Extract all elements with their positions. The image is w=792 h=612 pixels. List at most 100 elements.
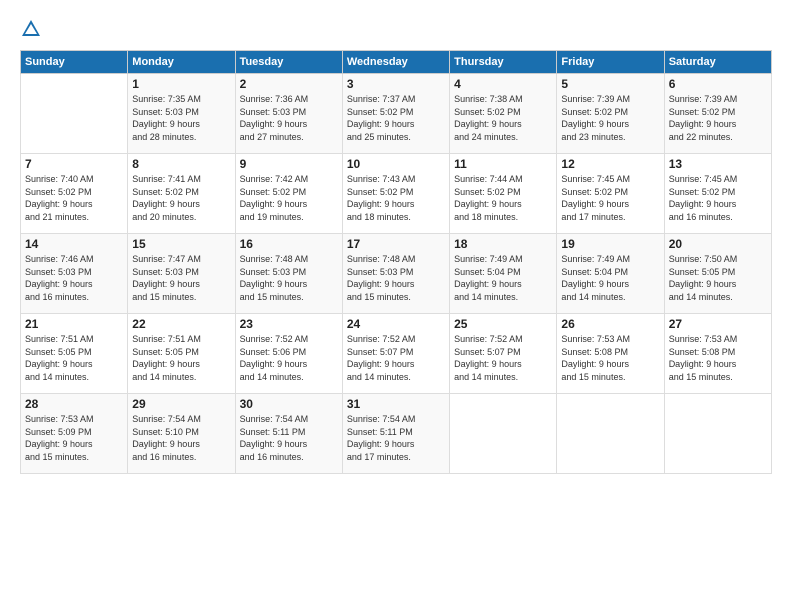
calendar-cell: 22 Sunrise: 7:51 AM Sunset: 5:05 PM Dayli… bbox=[128, 314, 235, 394]
calendar-cell: 16Sunrise: 7:48 AM Sunset: 5:03 PM Dayli… bbox=[235, 234, 342, 314]
calendar-week-row: 21Sunrise: 7:51 AM Sunset: 5:05 PM Dayli… bbox=[21, 314, 772, 394]
day-info: Sunrise: 7:45 AM Sunset: 5:02 PM Dayligh… bbox=[561, 173, 659, 223]
calendar-cell: 8 Sunrise: 7:41 AM Sunset: 5:02 PM Daylig… bbox=[128, 154, 235, 234]
calendar-cell: 6 Sunrise: 7:39 AM Sunset: 5:02 PM Daylig… bbox=[664, 74, 771, 154]
day-info: Sunrise: 7:36 AM Sunset: 5:03 PM Dayligh… bbox=[240, 93, 338, 143]
day-number: 29 bbox=[132, 397, 230, 411]
day-info: Sunrise: 7:51 AM Sunset: 5:05 PM Dayligh… bbox=[132, 333, 230, 383]
calendar-cell: 28 Sunrise: 7:53 AM Sunset: 5:09 PM Dayli… bbox=[21, 394, 128, 474]
calendar-cell: 19 Sunrise: 7:49 AM Sunset: 5:04 PM Dayli… bbox=[557, 234, 664, 314]
calendar-cell: 13 Sunrise: 7:45 AM Sunset: 5:02 PM Dayli… bbox=[664, 154, 771, 234]
day-number: 18 bbox=[454, 237, 552, 251]
calendar-cell: 9 Sunrise: 7:42 AM Sunset: 5:02 PM Daylig… bbox=[235, 154, 342, 234]
logo-icon bbox=[20, 18, 42, 40]
calendar-header-friday: Friday bbox=[557, 51, 664, 74]
calendar-cell: 23 Sunrise: 7:52 AM Sunset: 5:06 PM Dayli… bbox=[235, 314, 342, 394]
calendar-cell: 30 Sunrise: 7:54 AM Sunset: 5:11 PM Dayli… bbox=[235, 394, 342, 474]
calendar-cell bbox=[557, 394, 664, 474]
day-info: Sunrise: 7:42 AM Sunset: 5:02 PM Dayligh… bbox=[240, 173, 338, 223]
day-info: Sunrise: 7:54 AM Sunset: 5:11 PM Dayligh… bbox=[240, 413, 338, 463]
day-info: Sunrise: 7:48 AM Sunset: 5:03 PM Dayligh… bbox=[347, 253, 445, 303]
day-number: 15 bbox=[132, 237, 230, 251]
calendar-cell bbox=[450, 394, 557, 474]
day-number: 26 bbox=[561, 317, 659, 331]
calendar-cell: 21Sunrise: 7:51 AM Sunset: 5:05 PM Dayli… bbox=[21, 314, 128, 394]
calendar-cell bbox=[664, 394, 771, 474]
calendar-header-tuesday: Tuesday bbox=[235, 51, 342, 74]
day-info: Sunrise: 7:40 AM Sunset: 5:02 PM Dayligh… bbox=[25, 173, 123, 223]
day-number: 7 bbox=[25, 157, 123, 171]
calendar-header-row: SundayMondayTuesdayWednesdayThursdayFrid… bbox=[21, 51, 772, 74]
day-number: 19 bbox=[561, 237, 659, 251]
day-info: Sunrise: 7:39 AM Sunset: 5:02 PM Dayligh… bbox=[669, 93, 767, 143]
day-info: Sunrise: 7:52 AM Sunset: 5:07 PM Dayligh… bbox=[347, 333, 445, 383]
logo bbox=[20, 18, 46, 40]
calendar-header-wednesday: Wednesday bbox=[342, 51, 449, 74]
calendar-cell: 27 Sunrise: 7:53 AM Sunset: 5:08 PM Dayli… bbox=[664, 314, 771, 394]
day-number: 24 bbox=[347, 317, 445, 331]
day-info: Sunrise: 7:49 AM Sunset: 5:04 PM Dayligh… bbox=[454, 253, 552, 303]
day-info: Sunrise: 7:43 AM Sunset: 5:02 PM Dayligh… bbox=[347, 173, 445, 223]
day-number: 25 bbox=[454, 317, 552, 331]
calendar-cell: 11Sunrise: 7:44 AM Sunset: 5:02 PM Dayli… bbox=[450, 154, 557, 234]
calendar-header-monday: Monday bbox=[128, 51, 235, 74]
day-info: Sunrise: 7:53 AM Sunset: 5:08 PM Dayligh… bbox=[669, 333, 767, 383]
calendar-cell bbox=[21, 74, 128, 154]
day-info: Sunrise: 7:54 AM Sunset: 5:10 PM Dayligh… bbox=[132, 413, 230, 463]
calendar-cell: 1Sunrise: 7:35 AM Sunset: 5:03 PM Daylig… bbox=[128, 74, 235, 154]
calendar-cell: 14Sunrise: 7:46 AM Sunset: 5:03 PM Dayli… bbox=[21, 234, 128, 314]
day-number: 17 bbox=[347, 237, 445, 251]
day-info: Sunrise: 7:48 AM Sunset: 5:03 PM Dayligh… bbox=[240, 253, 338, 303]
calendar-cell: 20Sunrise: 7:50 AM Sunset: 5:05 PM Dayli… bbox=[664, 234, 771, 314]
day-number: 22 bbox=[132, 317, 230, 331]
calendar-cell: 18 Sunrise: 7:49 AM Sunset: 5:04 PM Dayli… bbox=[450, 234, 557, 314]
day-number: 8 bbox=[132, 157, 230, 171]
day-info: Sunrise: 7:45 AM Sunset: 5:02 PM Dayligh… bbox=[669, 173, 767, 223]
calendar-week-row: 28 Sunrise: 7:53 AM Sunset: 5:09 PM Dayli… bbox=[21, 394, 772, 474]
calendar-cell: 24 Sunrise: 7:52 AM Sunset: 5:07 PM Dayli… bbox=[342, 314, 449, 394]
calendar-header-sunday: Sunday bbox=[21, 51, 128, 74]
calendar-cell: 25 Sunrise: 7:52 AM Sunset: 5:07 PM Dayli… bbox=[450, 314, 557, 394]
day-info: Sunrise: 7:38 AM Sunset: 5:02 PM Dayligh… bbox=[454, 93, 552, 143]
day-info: Sunrise: 7:49 AM Sunset: 5:04 PM Dayligh… bbox=[561, 253, 659, 303]
day-number: 1 bbox=[132, 77, 230, 91]
day-number: 10 bbox=[347, 157, 445, 171]
day-number: 6 bbox=[669, 77, 767, 91]
day-info: Sunrise: 7:54 AM Sunset: 5:11 PM Dayligh… bbox=[347, 413, 445, 463]
calendar-cell: 7 Sunrise: 7:40 AM Sunset: 5:02 PM Daylig… bbox=[21, 154, 128, 234]
day-number: 12 bbox=[561, 157, 659, 171]
day-number: 23 bbox=[240, 317, 338, 331]
calendar-header-saturday: Saturday bbox=[664, 51, 771, 74]
day-info: Sunrise: 7:41 AM Sunset: 5:02 PM Dayligh… bbox=[132, 173, 230, 223]
day-number: 9 bbox=[240, 157, 338, 171]
day-number: 31 bbox=[347, 397, 445, 411]
day-number: 5 bbox=[561, 77, 659, 91]
calendar-cell: 5 Sunrise: 7:39 AM Sunset: 5:02 PM Daylig… bbox=[557, 74, 664, 154]
day-number: 28 bbox=[25, 397, 123, 411]
day-info: Sunrise: 7:39 AM Sunset: 5:02 PM Dayligh… bbox=[561, 93, 659, 143]
calendar-cell: 26Sunrise: 7:53 AM Sunset: 5:08 PM Dayli… bbox=[557, 314, 664, 394]
day-info: Sunrise: 7:44 AM Sunset: 5:02 PM Dayligh… bbox=[454, 173, 552, 223]
day-number: 27 bbox=[669, 317, 767, 331]
day-info: Sunrise: 7:53 AM Sunset: 5:09 PM Dayligh… bbox=[25, 413, 123, 463]
calendar-cell: 4 Sunrise: 7:38 AM Sunset: 5:02 PM Daylig… bbox=[450, 74, 557, 154]
calendar-week-row: 14Sunrise: 7:46 AM Sunset: 5:03 PM Dayli… bbox=[21, 234, 772, 314]
calendar-cell: 12 Sunrise: 7:45 AM Sunset: 5:02 PM Dayli… bbox=[557, 154, 664, 234]
day-number: 4 bbox=[454, 77, 552, 91]
day-number: 30 bbox=[240, 397, 338, 411]
calendar-cell: 31 Sunrise: 7:54 AM Sunset: 5:11 PM Dayli… bbox=[342, 394, 449, 474]
calendar-cell: 2 Sunrise: 7:36 AM Sunset: 5:03 PM Daylig… bbox=[235, 74, 342, 154]
day-info: Sunrise: 7:52 AM Sunset: 5:07 PM Dayligh… bbox=[454, 333, 552, 383]
calendar-table: SundayMondayTuesdayWednesdayThursdayFrid… bbox=[20, 50, 772, 474]
day-number: 2 bbox=[240, 77, 338, 91]
header bbox=[20, 18, 772, 40]
calendar-cell: 15Sunrise: 7:47 AM Sunset: 5:03 PM Dayli… bbox=[128, 234, 235, 314]
calendar-header-thursday: Thursday bbox=[450, 51, 557, 74]
day-number: 13 bbox=[669, 157, 767, 171]
day-info: Sunrise: 7:37 AM Sunset: 5:02 PM Dayligh… bbox=[347, 93, 445, 143]
day-info: Sunrise: 7:52 AM Sunset: 5:06 PM Dayligh… bbox=[240, 333, 338, 383]
day-info: Sunrise: 7:50 AM Sunset: 5:05 PM Dayligh… bbox=[669, 253, 767, 303]
day-info: Sunrise: 7:51 AM Sunset: 5:05 PM Dayligh… bbox=[25, 333, 123, 383]
calendar-cell: 10 Sunrise: 7:43 AM Sunset: 5:02 PM Dayli… bbox=[342, 154, 449, 234]
calendar-week-row: 1Sunrise: 7:35 AM Sunset: 5:03 PM Daylig… bbox=[21, 74, 772, 154]
